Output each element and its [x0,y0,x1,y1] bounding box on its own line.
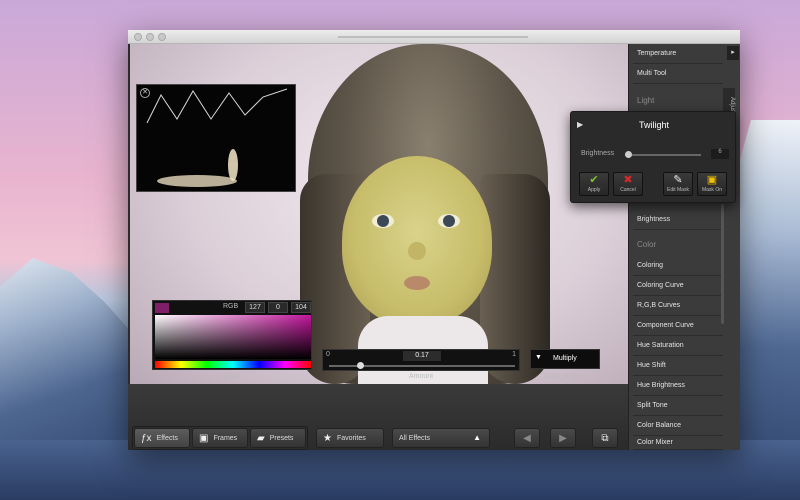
panel-item-hue-brightness[interactable]: Hue Brightness [633,376,723,396]
brightness-slider[interactable] [625,154,701,156]
frames-tab-button[interactable]: ▣ Frames [192,428,248,448]
amount-value-field[interactable]: 0.17 [403,351,441,361]
fx-icon: ƒx [141,432,152,444]
chevron-down-icon: ▼ [535,354,542,361]
panel-item-brightness[interactable]: Brightness [633,210,723,230]
panel-item-component-curve[interactable]: Component Curve [633,316,723,336]
zoom-window-button[interactable] [158,33,166,41]
effects-filter-value: All Effects [399,434,430,442]
adjustments-panel: ▸ Adjustm Temperature Multi Tool Light B… [628,44,740,450]
app-window: ✕ RGB 127 0 104 Color 0 0.17 1 Amount ▼ … [128,30,740,450]
apply-label: Apply [587,187,601,193]
minimize-window-button[interactable] [146,33,154,41]
arrow-right-icon: ▶ [559,432,567,444]
mask-icon: ▣ [706,174,718,186]
effects-filter-dropdown[interactable]: All Effects ▲ [392,428,490,448]
effect-title: Twilight [638,120,669,130]
frames-tab-label: Frames [213,434,238,442]
presets-tab-button[interactable]: ▰ Presets [250,428,306,448]
mask-on-label: Mask On [701,187,722,193]
photo-canvas[interactable]: ✕ RGB 127 0 104 Color 0 0.17 1 Amount ▼ … [130,44,628,384]
red-value-field[interactable]: 127 [245,302,265,313]
photo-face [342,156,492,326]
histogram-graph [146,88,288,187]
photo-nose [408,242,426,260]
favorites-button[interactable]: ★ Favorites [316,428,384,448]
checkmark-icon: ✔ [589,174,599,186]
color-swatch[interactable] [155,303,169,313]
amount-max-label: 1 [512,351,516,358]
blue-value-field[interactable]: 104 [291,302,311,313]
edit-mask-button[interactable]: ✎ Edit Mask [663,172,693,196]
panel-item-color-balance[interactable]: Color Balance [633,416,723,436]
window-titlebar [128,30,740,44]
panel-expand-icon[interactable]: ▸ [727,46,739,60]
edit-mask-label: Edit Mask [667,187,689,193]
amount-knob[interactable] [357,362,364,369]
panel-item-color-mixer[interactable]: Color Mixer [633,436,723,450]
panel-item-multi-tool[interactable]: Multi Tool [633,64,723,84]
panel-item-coloring-curve[interactable]: Coloring Curve [633,276,723,296]
panel-item-split-tone[interactable]: Split Tone [633,396,723,416]
frame-icon: ▣ [199,432,209,444]
next-button[interactable]: ▶ [550,428,576,448]
color-picker[interactable]: RGB 127 0 104 [152,300,312,370]
panel-item-temperature[interactable]: Temperature [633,44,723,64]
cancel-label: Cancel [620,187,636,193]
green-value-field[interactable]: 0 [268,302,288,313]
apply-button[interactable]: ✔ Apply [579,172,609,196]
arrow-left-icon: ◀ [523,432,531,444]
panel-item-hue-saturation[interactable]: Hue Saturation [633,336,723,356]
close-icon: ✖ [623,174,633,186]
histogram-panel[interactable]: ✕ [136,84,296,192]
panel-item-coloring[interactable]: Coloring [633,256,723,276]
compare-button[interactable]: ⧉ [592,428,618,448]
amount-min-label: 0 [326,351,330,358]
panel-item-rgb-curves[interactable]: R,G,B Curves [633,296,723,316]
star-icon: ★ [323,432,332,444]
saturation-brightness-area[interactable] [155,315,311,359]
amount-caption: Amount [408,373,434,380]
brightness-knob[interactable] [625,151,632,158]
color-method-caption: Color Method [543,373,587,380]
mask-on-button[interactable]: ▣ Mask On [697,172,727,196]
folder-icon: ▰ [257,432,265,444]
favorites-label: Favorites [336,434,366,442]
close-window-button[interactable] [134,33,142,41]
color-method-value: Multiply [553,355,577,362]
hue-slider[interactable] [155,361,311,368]
panel-header-color: Color [637,240,657,249]
photo-mouth [404,276,430,290]
panel-header-light: Light [637,96,655,105]
photo-eye-right [438,214,460,228]
photo-eye-left [372,214,394,228]
twilight-effect-popover: ▶ Twilight Brightness 6 ✔ Apply ✖ Cancel… [570,111,736,203]
panel-item-hue-shift[interactable]: Hue Shift [633,356,723,376]
color-method-dropdown[interactable]: ▼ Multiply [530,349,600,369]
brightness-label: Brightness [581,150,615,157]
rgb-mode-label: RGB [223,303,239,310]
effects-tab-label: Effects [156,434,178,442]
cancel-button[interactable]: ✖ Cancel [613,172,643,196]
previous-button[interactable]: ◀ [514,428,540,448]
close-icon[interactable]: ✕ [140,88,150,98]
presets-tab-label: Presets [269,434,294,442]
brightness-value[interactable]: 6 [711,149,729,159]
effects-tab-button[interactable]: ƒx Effects [134,428,190,448]
compare-icon: ⧉ [601,432,609,444]
color-caption: Color [223,373,241,380]
amount-slider[interactable]: 0 0.17 1 [322,349,520,371]
triangle-up-icon: ▲ [473,433,481,442]
brush-icon: ✎ [673,174,683,186]
window-title-placeholder [338,36,528,38]
panel-scrollbar[interactable] [721,204,724,324]
